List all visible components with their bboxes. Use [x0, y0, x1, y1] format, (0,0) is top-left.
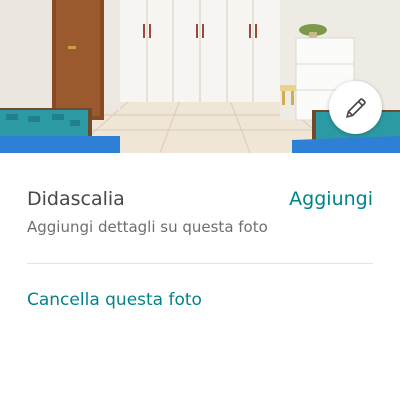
- divider: [27, 263, 373, 264]
- delete-photo-link[interactable]: Cancella questa foto: [27, 290, 202, 310]
- add-caption-link[interactable]: Aggiungi: [289, 188, 373, 210]
- edit-photo-button[interactable]: [329, 81, 382, 134]
- pencil-icon: [344, 96, 368, 120]
- caption-hint: Aggiungi dettagli su questa foto: [27, 218, 268, 236]
- room-photo: [0, 0, 400, 153]
- photo-detail-screen: Didascalia Aggiungi Aggiungi dettagli su…: [0, 0, 400, 400]
- caption-row: Didascalia Aggiungi: [27, 184, 373, 214]
- room-photo-image: [0, 0, 400, 153]
- caption-title: Didascalia: [27, 188, 125, 210]
